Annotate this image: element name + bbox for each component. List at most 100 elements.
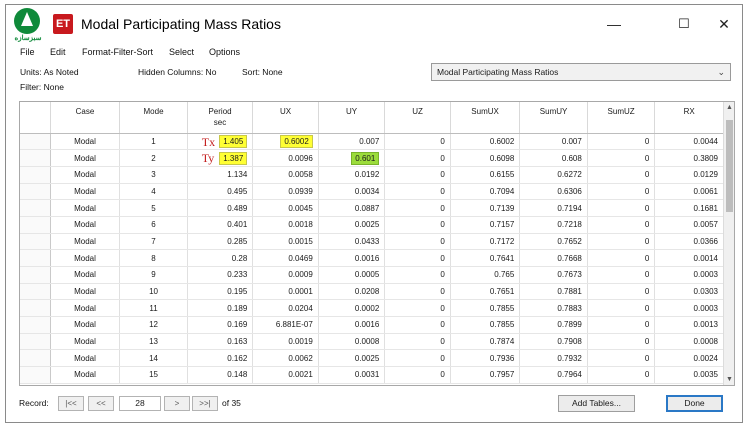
table-row[interactable]: Modal 15 0.148 0.0021 0.0031 0 0.7957 0.7964 0 0.… xyxy=(20,366,724,384)
table-cell[interactable]: 0.6155 xyxy=(450,166,521,184)
table-cell[interactable]: 0.0021 xyxy=(252,366,319,384)
table-cell[interactable]: 0.162 xyxy=(187,349,254,368)
table-cell[interactable]: 5 xyxy=(119,199,188,217)
table-row[interactable]: Modal 1 Tx 1.405 0.6002 0.007 0 0.6002 0.007 0 0.0… xyxy=(20,133,724,151)
table-cell[interactable]: 0.0061 xyxy=(654,183,724,201)
table-cell[interactable]: 0 xyxy=(384,266,451,284)
table-cell[interactable]: 0.0009 xyxy=(252,266,319,284)
table-cell[interactable]: 0 xyxy=(587,349,656,368)
table-cell[interactable]: 0.0008 xyxy=(654,333,724,351)
table-cell[interactable]: 0.007 xyxy=(519,133,588,151)
table-cell[interactable]: 0.7218 xyxy=(519,216,588,234)
table-cell[interactable]: 0.0939 xyxy=(252,183,319,201)
table-row[interactable]: Modal 10 0.195 0.0001 0.0208 0 0.7651 0.7881 0 0.… xyxy=(20,283,724,301)
row-selector[interactable] xyxy=(20,199,51,217)
table-cell[interactable]: 6.881E-07 xyxy=(252,316,319,334)
table-cell[interactable]: 0.28 xyxy=(187,249,254,267)
table-cell[interactable]: 0.7641 xyxy=(450,249,521,267)
table-cell[interactable]: 0.495 xyxy=(187,183,254,201)
row-selector[interactable] xyxy=(20,283,51,301)
row-header-corner[interactable] xyxy=(20,102,51,134)
table-cell[interactable]: 0 xyxy=(384,133,451,151)
scroll-thumb[interactable] xyxy=(726,120,733,212)
table-cell[interactable]: 0 xyxy=(587,133,656,151)
table-cell[interactable]: 0.6306 xyxy=(519,183,588,201)
table-cell[interactable]: 0.0015 xyxy=(252,233,319,251)
table-cell[interactable]: 0 xyxy=(384,333,451,351)
table-cell[interactable]: 0.6002 xyxy=(252,133,319,151)
first-record-button[interactable]: |<< xyxy=(58,396,84,411)
table-cell[interactable]: 10 xyxy=(119,283,188,301)
table-cell[interactable]: 0 xyxy=(587,166,656,184)
table-cell[interactable]: 0.7668 xyxy=(519,249,588,267)
table-cell[interactable]: 0.0002 xyxy=(318,299,386,318)
table-cell[interactable]: 1.134 xyxy=(187,166,254,184)
table-cell[interactable]: 0 xyxy=(384,316,451,334)
row-selector[interactable] xyxy=(20,366,51,384)
menu-select[interactable]: Select xyxy=(169,47,194,57)
table-cell[interactable]: 0.0003 xyxy=(654,266,724,284)
table-cell[interactable]: 11 xyxy=(119,299,188,318)
column-header[interactable]: UX xyxy=(252,102,319,134)
table-cell[interactable]: 0.7094 xyxy=(450,183,521,201)
table-cell[interactable]: 0 xyxy=(587,266,656,284)
menu-file[interactable]: File xyxy=(20,47,35,57)
table-cell[interactable]: 7 xyxy=(119,233,188,251)
table-cell[interactable]: 0 xyxy=(587,249,656,267)
table-cell[interactable]: 0.007 xyxy=(318,133,386,151)
table-cell[interactable]: 0.0018 xyxy=(252,216,319,234)
column-header[interactable]: SumUY xyxy=(519,102,588,134)
table-cell[interactable]: 0.0303 xyxy=(654,283,724,301)
table-cell[interactable]: 0 xyxy=(384,349,451,368)
close-button[interactable]: ✕ xyxy=(710,13,738,35)
table-cell[interactable]: 0.6002 xyxy=(450,133,521,151)
table-row[interactable]: Modal 9 0.233 0.0009 0.0005 0 0.765 0.7673 0 0.00… xyxy=(20,266,724,284)
row-selector[interactable] xyxy=(20,133,51,151)
table-row[interactable]: Modal 7 0.285 0.0015 0.0433 0 0.7172 0.7652 0 0.0… xyxy=(20,233,724,251)
table-cell[interactable]: 2 xyxy=(119,149,188,167)
table-row[interactable]: Modal 8 0.28 0.0469 0.0016 0 0.7641 0.7668 0 0.00… xyxy=(20,249,724,267)
table-cell[interactable]: Modal xyxy=(50,316,121,334)
table-cell[interactable]: 0.0031 xyxy=(318,366,386,384)
table-cell[interactable]: 6 xyxy=(119,216,188,234)
table-cell[interactable]: 13 xyxy=(119,333,188,351)
table-row[interactable]: Modal 3 1.134 0.0058 0.0192 0 0.6155 0.6272 0 0.0… xyxy=(20,166,724,184)
table-cell[interactable]: 0.7855 xyxy=(450,316,521,334)
table-cell[interactable]: 0 xyxy=(587,333,656,351)
table-cell[interactable]: 0 xyxy=(384,166,451,184)
table-cell[interactable]: 0.189 xyxy=(187,299,254,318)
table-cell[interactable]: 9 xyxy=(119,266,188,284)
menu-options[interactable]: Options xyxy=(209,47,240,57)
table-cell[interactable]: 0.0008 xyxy=(318,333,386,351)
minimize-button[interactable]: — xyxy=(600,13,628,35)
table-row[interactable]: Modal 13 0.163 0.0019 0.0008 0 0.7874 0.7908 0 0.… xyxy=(20,333,724,351)
table-cell[interactable]: 0.7883 xyxy=(519,299,588,318)
table-cell[interactable]: 0.7139 xyxy=(450,199,521,217)
table-cell[interactable]: 0.7957 xyxy=(450,366,521,384)
table-cell[interactable]: Modal xyxy=(50,233,121,251)
table-cell[interactable]: 0.1681 xyxy=(654,199,724,217)
table-cell[interactable]: Modal xyxy=(50,333,121,351)
table-cell[interactable]: 0.0058 xyxy=(252,166,319,184)
table-cell[interactable]: 0.7673 xyxy=(519,266,588,284)
table-cell[interactable]: 0.0035 xyxy=(654,366,724,384)
table-cell[interactable]: 0.489 xyxy=(187,199,254,217)
table-cell[interactable]: 0 xyxy=(587,299,656,318)
table-cell[interactable]: 0 xyxy=(384,216,451,234)
table-cell[interactable]: 0 xyxy=(587,183,656,201)
column-header[interactable]: SumUZ xyxy=(587,102,656,134)
table-cell[interactable]: 0.195 xyxy=(187,283,254,301)
column-header[interactable]: SumUX xyxy=(450,102,521,134)
table-cell[interactable]: 0.0019 xyxy=(252,333,319,351)
table-cell[interactable]: 0.0016 xyxy=(318,249,386,267)
table-cell[interactable]: 0.0024 xyxy=(654,349,724,368)
table-cell[interactable]: 0.7874 xyxy=(450,333,521,351)
row-selector[interactable] xyxy=(20,333,51,351)
table-cell[interactable]: 0.0014 xyxy=(654,249,724,267)
table-cell[interactable]: Modal xyxy=(50,149,121,167)
table-cell[interactable]: 0 xyxy=(587,366,656,384)
table-row[interactable]: Modal 12 0.169 6.881E-07 0.0016 0 0.7855 0.7899… xyxy=(20,316,724,334)
table-cell[interactable]: 0 xyxy=(384,249,451,267)
table-cell[interactable]: 0.0062 xyxy=(252,349,319,368)
table-cell[interactable]: Modal xyxy=(50,183,121,201)
